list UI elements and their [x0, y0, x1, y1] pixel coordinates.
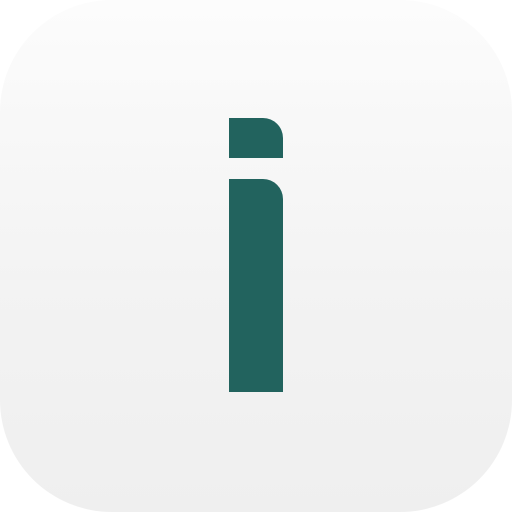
app-icon[interactable]: [0, 0, 512, 512]
logo-dot: [229, 118, 283, 158]
logo-stem: [229, 179, 283, 392]
letter-i-logo-icon: [229, 118, 283, 392]
